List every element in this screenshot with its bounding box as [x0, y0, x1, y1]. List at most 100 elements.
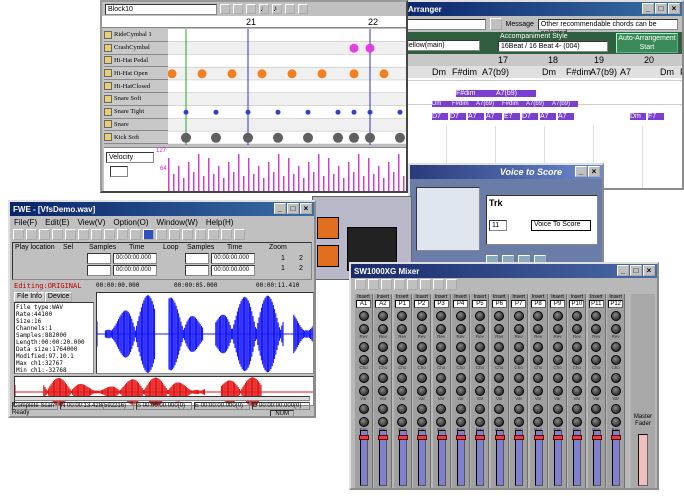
knob-icon[interactable]	[591, 386, 602, 396]
velocity-bar[interactable]	[168, 158, 170, 192]
velocity-bar[interactable]	[263, 178, 265, 192]
master-fader-track[interactable]	[638, 434, 648, 486]
velocity-bar[interactable]	[218, 166, 220, 192]
fwe-titlebar[interactable]: FWE - [VfsDemo.wav] _ □ ×	[10, 202, 314, 216]
knob-icon[interactable]	[552, 386, 563, 396]
note-dot[interactable]	[303, 132, 313, 143]
knob-icon[interactable]	[610, 311, 621, 321]
channel-name[interactable]: P8	[530, 300, 546, 308]
chord-block[interactable]: D7	[522, 113, 538, 120]
fader-cap[interactable]	[475, 435, 486, 440]
chord-block[interactable]: Dm	[630, 113, 646, 120]
knob-icon[interactable]	[533, 404, 544, 414]
velocity-bar[interactable]	[188, 162, 190, 192]
toolbar-button[interactable]	[234, 229, 245, 240]
toolbar-button[interactable]	[156, 229, 167, 240]
time-field[interactable]: 00:00:00.000	[113, 265, 157, 276]
note-dot[interactable]	[365, 43, 375, 53]
note-dot[interactable]	[395, 132, 405, 143]
knob-icon[interactable]	[610, 373, 621, 383]
knob-icon[interactable]	[533, 342, 544, 352]
channel-fader[interactable]	[417, 430, 428, 486]
maximize-icon[interactable]: □	[630, 265, 642, 276]
channel-name[interactable]: P3	[433, 300, 449, 308]
knob-icon[interactable]	[513, 324, 524, 334]
chord-cell[interactable]: F#dim	[566, 67, 591, 77]
toolbar-button[interactable]	[52, 229, 63, 240]
note-dot[interactable]	[365, 132, 375, 143]
drum-track-row[interactable]: Snare	[104, 118, 168, 132]
channel-name[interactable]: P11	[588, 300, 604, 308]
chord-block[interactable]: F#dim	[502, 101, 526, 107]
fwe-scrollbar[interactable]	[14, 396, 310, 401]
samples-field[interactable]	[87, 265, 111, 276]
velocity-bar[interactable]	[273, 172, 275, 192]
knob-icon[interactable]	[358, 324, 369, 334]
voice-to-score-menu-item[interactable]: Voice To Score	[531, 220, 591, 231]
toolbar-button[interactable]	[26, 229, 37, 240]
channel-name[interactable]: P12	[608, 300, 624, 308]
velocity-bar[interactable]	[318, 154, 320, 192]
velocity-bar[interactable]	[203, 176, 205, 192]
knob-icon[interactable]	[513, 311, 524, 321]
velocity-bar[interactable]	[378, 166, 380, 192]
knob-icon[interactable]	[533, 311, 544, 321]
channel-name[interactable]: P1	[394, 300, 410, 308]
knob-icon[interactable]	[474, 417, 485, 427]
velocity-bar[interactable]	[288, 158, 290, 192]
knob-icon[interactable]	[610, 417, 621, 427]
chord-block[interactable]: E7	[504, 113, 520, 120]
auto-arrangement-button[interactable]: Auto-Arrangement Start	[616, 33, 678, 53]
channel-name[interactable]: A1	[356, 300, 371, 308]
knob-icon[interactable]	[397, 311, 408, 321]
note-dot[interactable]	[349, 69, 359, 79]
knob-icon[interactable]	[397, 342, 408, 352]
tool-button[interactable]	[285, 4, 295, 14]
knob-icon[interactable]	[494, 355, 505, 365]
note-dot[interactable]	[183, 109, 189, 115]
knob-icon[interactable]	[377, 404, 388, 414]
knob-icon[interactable]	[474, 342, 485, 352]
time-field[interactable]: 00:00:00.000	[211, 265, 255, 276]
channel-fader[interactable]	[456, 430, 466, 486]
knob-icon[interactable]	[571, 417, 582, 427]
knob-icon[interactable]	[513, 404, 524, 414]
knob-icon[interactable]	[591, 373, 602, 383]
minimize-icon[interactable]: _	[575, 166, 587, 177]
knob-icon[interactable]	[397, 373, 408, 383]
menu-view[interactable]: View(V)	[78, 218, 106, 227]
knob-icon[interactable]	[571, 386, 582, 396]
velocity-bar[interactable]	[178, 166, 180, 192]
knob-icon[interactable]	[610, 355, 621, 365]
knob-icon[interactable]	[416, 386, 427, 396]
tab-file-info[interactable]: File Info	[14, 292, 45, 302]
knob-icon[interactable]	[436, 373, 447, 383]
menu-file[interactable]: File(F)	[14, 218, 37, 227]
knob-icon[interactable]	[455, 324, 466, 334]
close-icon[interactable]: ×	[300, 203, 312, 214]
tool-button[interactable]	[246, 4, 256, 14]
knob-icon[interactable]	[377, 324, 388, 334]
velocity-bar[interactable]	[333, 174, 335, 192]
knob-icon[interactable]	[591, 417, 602, 427]
note-dot[interactable]	[213, 109, 219, 115]
knob-icon[interactable]	[455, 342, 466, 352]
chord-block[interactable]: A7	[468, 113, 484, 120]
velocity-bar[interactable]	[398, 154, 400, 192]
knob-icon[interactable]	[591, 324, 602, 334]
knob-icon[interactable]	[455, 311, 466, 321]
knob-icon[interactable]	[571, 355, 582, 365]
knob-icon[interactable]	[552, 417, 563, 427]
chord-block[interactable]: F#dim	[456, 90, 496, 97]
menu-window[interactable]: Window(W)	[157, 218, 198, 227]
note-dot[interactable]	[335, 109, 341, 115]
fader-cap[interactable]	[553, 435, 563, 440]
note-dot[interactable]	[275, 109, 281, 115]
knob-icon[interactable]	[591, 311, 602, 321]
close-icon[interactable]: ×	[643, 265, 655, 276]
chord-block[interactable]: D7	[450, 113, 466, 120]
velocity-bar[interactable]	[253, 174, 255, 192]
velocity-bar[interactable]	[328, 158, 330, 192]
knob-icon[interactable]	[416, 311, 427, 321]
minimize-icon[interactable]: _	[617, 265, 629, 276]
